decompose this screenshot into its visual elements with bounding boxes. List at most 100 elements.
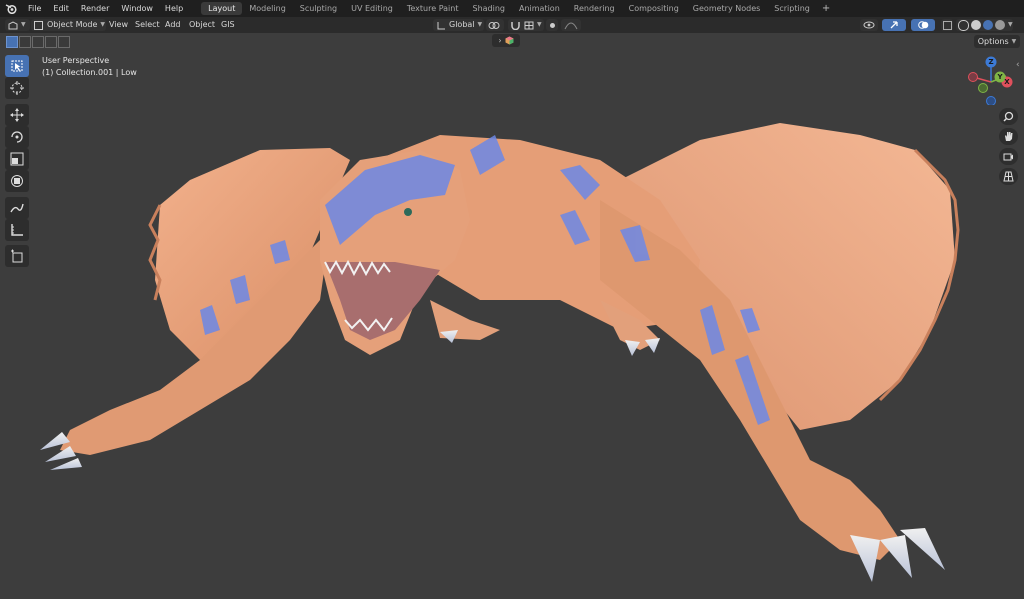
tab-modeling[interactable]: Modeling (242, 2, 292, 15)
top-bar: File Edit Render Window Help Layout Mode… (0, 0, 1024, 17)
proportional-editing-toggle[interactable] (546, 19, 558, 31)
overlays-icon (917, 21, 928, 29)
transform-tool-button[interactable] (5, 170, 29, 192)
editor-type-icon (8, 20, 18, 29)
proportional-editing-icon (549, 22, 555, 28)
header-collapse-button[interactable]: › (492, 34, 520, 47)
menu-render[interactable]: Render (75, 0, 115, 17)
menu-gis[interactable]: GIS (221, 19, 235, 31)
menu-add[interactable]: Add (165, 19, 181, 31)
scale-icon (10, 152, 24, 166)
grid-perspective-icon (1003, 171, 1014, 182)
pan-button[interactable] (999, 128, 1018, 145)
chevron-down-icon: ▼ (477, 21, 483, 28)
menu-file[interactable]: File (22, 0, 47, 17)
3d-viewport[interactable] (0, 49, 1024, 599)
blender-logo-icon[interactable] (2, 0, 20, 17)
tab-geometry-nodes[interactable]: Geometry Nodes (686, 2, 767, 15)
select-extend-icon[interactable] (19, 36, 31, 48)
gizmo-neg-y-icon[interactable] (978, 83, 988, 93)
tool-header: › (0, 33, 1024, 49)
chevron-down-icon: ▼ (537, 21, 542, 28)
snap-grid-icon (524, 21, 534, 29)
tab-sculpting[interactable]: Sculpting (293, 2, 344, 15)
perspective-toggle-button[interactable] (999, 168, 1018, 185)
cursor-tool-button[interactable] (5, 77, 29, 99)
annotate-tool-button[interactable] (5, 197, 29, 219)
options-dropdown[interactable]: Options ▼ (974, 35, 1020, 48)
material-preview-icon[interactable] (983, 20, 993, 30)
rotate-icon (11, 131, 23, 143)
pivot-point-dropdown[interactable] (486, 19, 504, 31)
tab-uv-editing[interactable]: UV Editing (344, 2, 400, 15)
menu-select[interactable]: Select (135, 19, 160, 31)
menu-object[interactable]: Object (189, 19, 215, 31)
scale-tool-button[interactable] (5, 148, 29, 170)
orientation-icon (437, 21, 445, 29)
sidebar-toggle-arrow[interactable]: ‹ (1016, 60, 1020, 70)
snap-magnet-icon (511, 21, 520, 30)
chevron-down-icon: ▼ (1011, 38, 1017, 45)
view-name: User Perspective (42, 56, 110, 65)
tab-shading[interactable]: Shading (465, 2, 512, 15)
select-subtract-icon[interactable] (32, 36, 44, 48)
workspace-tabs: Layout Modeling Sculpting UV Editing Tex… (201, 0, 835, 17)
move-tool-button[interactable] (5, 104, 29, 126)
menu-help[interactable]: Help (159, 0, 189, 17)
pan-hand-icon (1005, 132, 1013, 141)
measure-ruler-icon (11, 224, 23, 236)
wireframe-shading-icon[interactable] (958, 19, 969, 31)
visibility-dropdown[interactable] (860, 19, 878, 31)
camera-view-button[interactable] (999, 148, 1018, 165)
shading-mode-group: ▼ (956, 19, 1013, 31)
zoom-button[interactable] (999, 108, 1018, 125)
zoom-magnifier-icon (1003, 111, 1014, 122)
overlays-toggle[interactable] (911, 19, 935, 31)
select-tool-button[interactable] (5, 55, 29, 77)
menu-edit[interactable]: Edit (47, 0, 75, 17)
tab-compositing[interactable]: Compositing (622, 2, 686, 15)
chevron-down-icon: ▼ (21, 21, 26, 28)
tab-scripting[interactable]: Scripting (767, 2, 817, 15)
tab-animation[interactable]: Animation (512, 2, 567, 15)
add-workspace-button[interactable]: + (817, 3, 835, 14)
viewport-header: ▼ Object Mode ▼ View Select Add Object G… (0, 17, 1024, 33)
tab-texture-paint[interactable]: Texture Paint (400, 2, 466, 15)
mode-dropdown[interactable]: Object Mode ▼ (31, 19, 106, 31)
orientation-label: Global (449, 20, 475, 29)
gizmo-neg-z-icon[interactable] (986, 96, 996, 106)
menu-view[interactable]: View (109, 19, 128, 31)
tab-layout[interactable]: Layout (201, 2, 243, 15)
camera-icon (1003, 153, 1013, 161)
xray-toggle[interactable] (941, 19, 953, 31)
rendered-shading-icon[interactable] (995, 20, 1005, 30)
transform-orientation-dropdown[interactable]: Global ▼ (433, 19, 484, 31)
solid-shading-icon[interactable] (971, 20, 981, 30)
dragon-model (40, 123, 960, 582)
gizmo-neg-x-icon[interactable] (968, 72, 978, 82)
scene-cube-icon (505, 36, 514, 45)
xray-icon (942, 20, 952, 30)
pivot-icon (488, 21, 500, 29)
select-new-icon[interactable] (6, 36, 18, 48)
falloff-dropdown[interactable] (561, 19, 581, 31)
chevron-right-icon: › (498, 36, 502, 45)
mode-label: Object Mode (47, 20, 98, 29)
add-cube-tool-button[interactable] (5, 245, 29, 267)
editor-type-button[interactable]: ▼ (5, 19, 30, 31)
tab-rendering[interactable]: Rendering (567, 2, 622, 15)
cursor-arrow-icon (11, 60, 23, 72)
chevron-down-icon: ▼ (100, 21, 106, 28)
annotate-pencil-icon (10, 203, 24, 213)
snap-dropdown[interactable]: ▼ (508, 19, 544, 31)
object-mode-icon (34, 20, 43, 30)
collection-info: (1) Collection.001 | Low (42, 68, 137, 77)
select-invert-icon[interactable] (45, 36, 57, 48)
gizmo-toggle[interactable] (882, 19, 906, 31)
select-intersect-icon[interactable] (58, 36, 70, 48)
eye-icon (863, 21, 875, 29)
rotate-tool-button[interactable] (5, 126, 29, 148)
menu-window[interactable]: Window (115, 0, 159, 17)
options-label: Options (977, 37, 1009, 46)
measure-tool-button[interactable] (5, 219, 29, 241)
